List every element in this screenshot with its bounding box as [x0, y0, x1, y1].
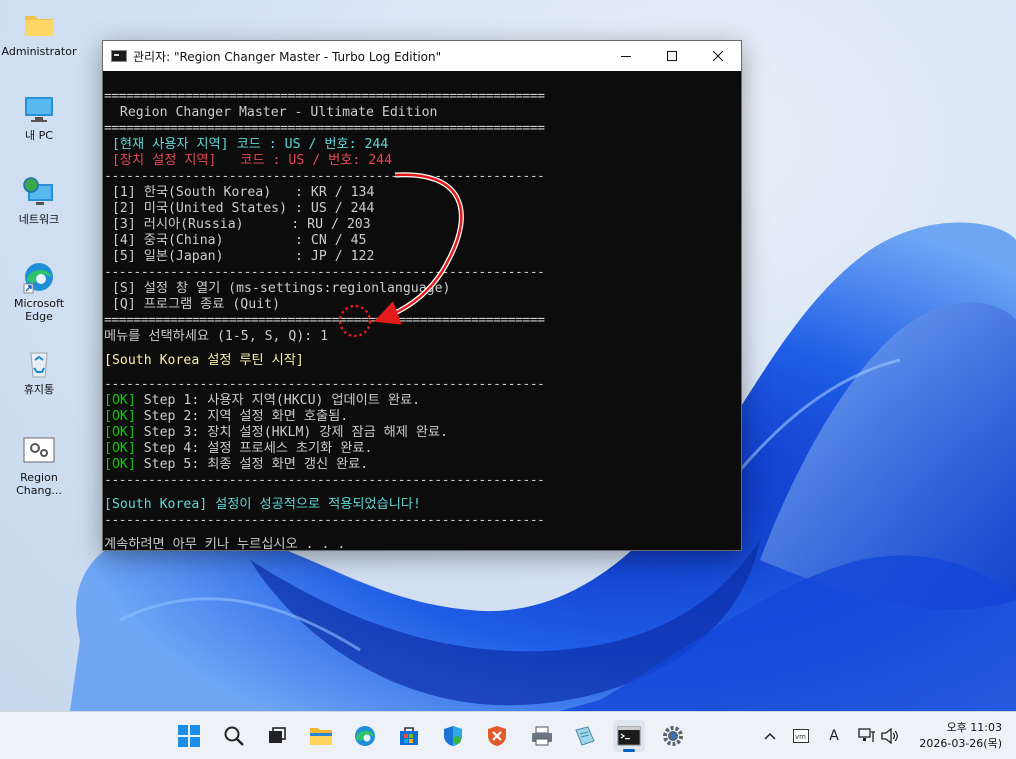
network-status-icon: [858, 728, 875, 742]
svg-text:vm: vm: [795, 733, 806, 741]
task-view-button[interactable]: [261, 720, 293, 752]
taskbar: vm A 오후 11:03 2026-03-26(목): [0, 711, 1016, 759]
tray-vm-button[interactable]: vm: [791, 726, 811, 746]
console-window[interactable]: 관리자: "Region Changer Master - Turbo Log …: [102, 40, 742, 552]
notepad-icon: [575, 726, 595, 746]
clock-time: 오후 11:03: [946, 721, 1002, 734]
desktop-icon-label: Microsoft Edge: [13, 297, 65, 323]
chevron-up-icon: [764, 732, 776, 740]
store-button[interactable]: [393, 720, 425, 752]
desktop-icon-label: Region Chang...: [16, 471, 62, 497]
taskbar-clock[interactable]: 오후 11:03 2026-03-26(목): [919, 720, 1002, 752]
annotation-circle: [338, 304, 372, 338]
desktop-icon-network[interactable]: 네트워크: [1, 176, 77, 226]
edge-icon: [22, 260, 56, 294]
desktop-icon-label: Administrator: [1, 45, 77, 58]
printer-icon: [532, 726, 552, 746]
notepad-button[interactable]: [569, 720, 601, 752]
annotation-overlay: [338, 172, 464, 338]
taskbar-search-button[interactable]: [218, 720, 250, 752]
desktop-icon-this-pc[interactable]: 내 PC: [1, 92, 77, 142]
desktop-icon-edge[interactable]: Microsoft Edge: [1, 260, 77, 323]
volume-icon: [881, 728, 898, 744]
monitor-icon: [22, 92, 56, 126]
security-app-button[interactable]: [481, 720, 513, 752]
file-explorer-icon: [310, 728, 332, 745]
store-icon: [400, 727, 418, 745]
network-icon: [22, 176, 56, 210]
terminal-taskbar-button[interactable]: [613, 720, 645, 752]
folder-icon: [22, 8, 56, 42]
ime-indicator[interactable]: A: [824, 726, 844, 746]
desktop-icon-label: 내 PC: [25, 129, 53, 142]
desktop-icon-label: 네트워크: [18, 213, 60, 226]
file-explorer-button[interactable]: [305, 720, 337, 752]
desktop-icon-region-changer[interactable]: Region Chang...: [1, 434, 77, 497]
start-button[interactable]: [173, 720, 205, 752]
desktop-icon-label: 휴지통: [23, 383, 55, 396]
security-app-icon: [488, 726, 506, 746]
gears-icon: [22, 434, 56, 468]
settings-icon: [663, 726, 683, 746]
vm-tools-icon: vm: [793, 729, 809, 743]
clock-date: 2026-03-26(목): [919, 737, 1002, 750]
edge-taskbar-button[interactable]: [349, 720, 381, 752]
defender-button[interactable]: [437, 720, 469, 752]
defender-icon: [444, 726, 462, 746]
search-icon: [224, 726, 244, 746]
tray-network-button[interactable]: [857, 726, 877, 746]
edge-icon: [355, 726, 375, 746]
recycle-bin-icon: [22, 346, 56, 380]
settings-button[interactable]: [657, 720, 689, 752]
desktop-icon-administrator[interactable]: Administrator: [1, 8, 77, 58]
tray-volume-button[interactable]: [880, 726, 900, 746]
windows-start-icon: [178, 725, 200, 747]
tray-overflow-button[interactable]: [760, 726, 780, 746]
terminal-icon: [617, 726, 641, 746]
task-view-icon: [269, 727, 286, 743]
printer-button[interactable]: [526, 720, 558, 752]
annotation-arrow: [373, 173, 463, 325]
desktop-icon-recycle-bin[interactable]: 휴지통: [1, 346, 77, 396]
